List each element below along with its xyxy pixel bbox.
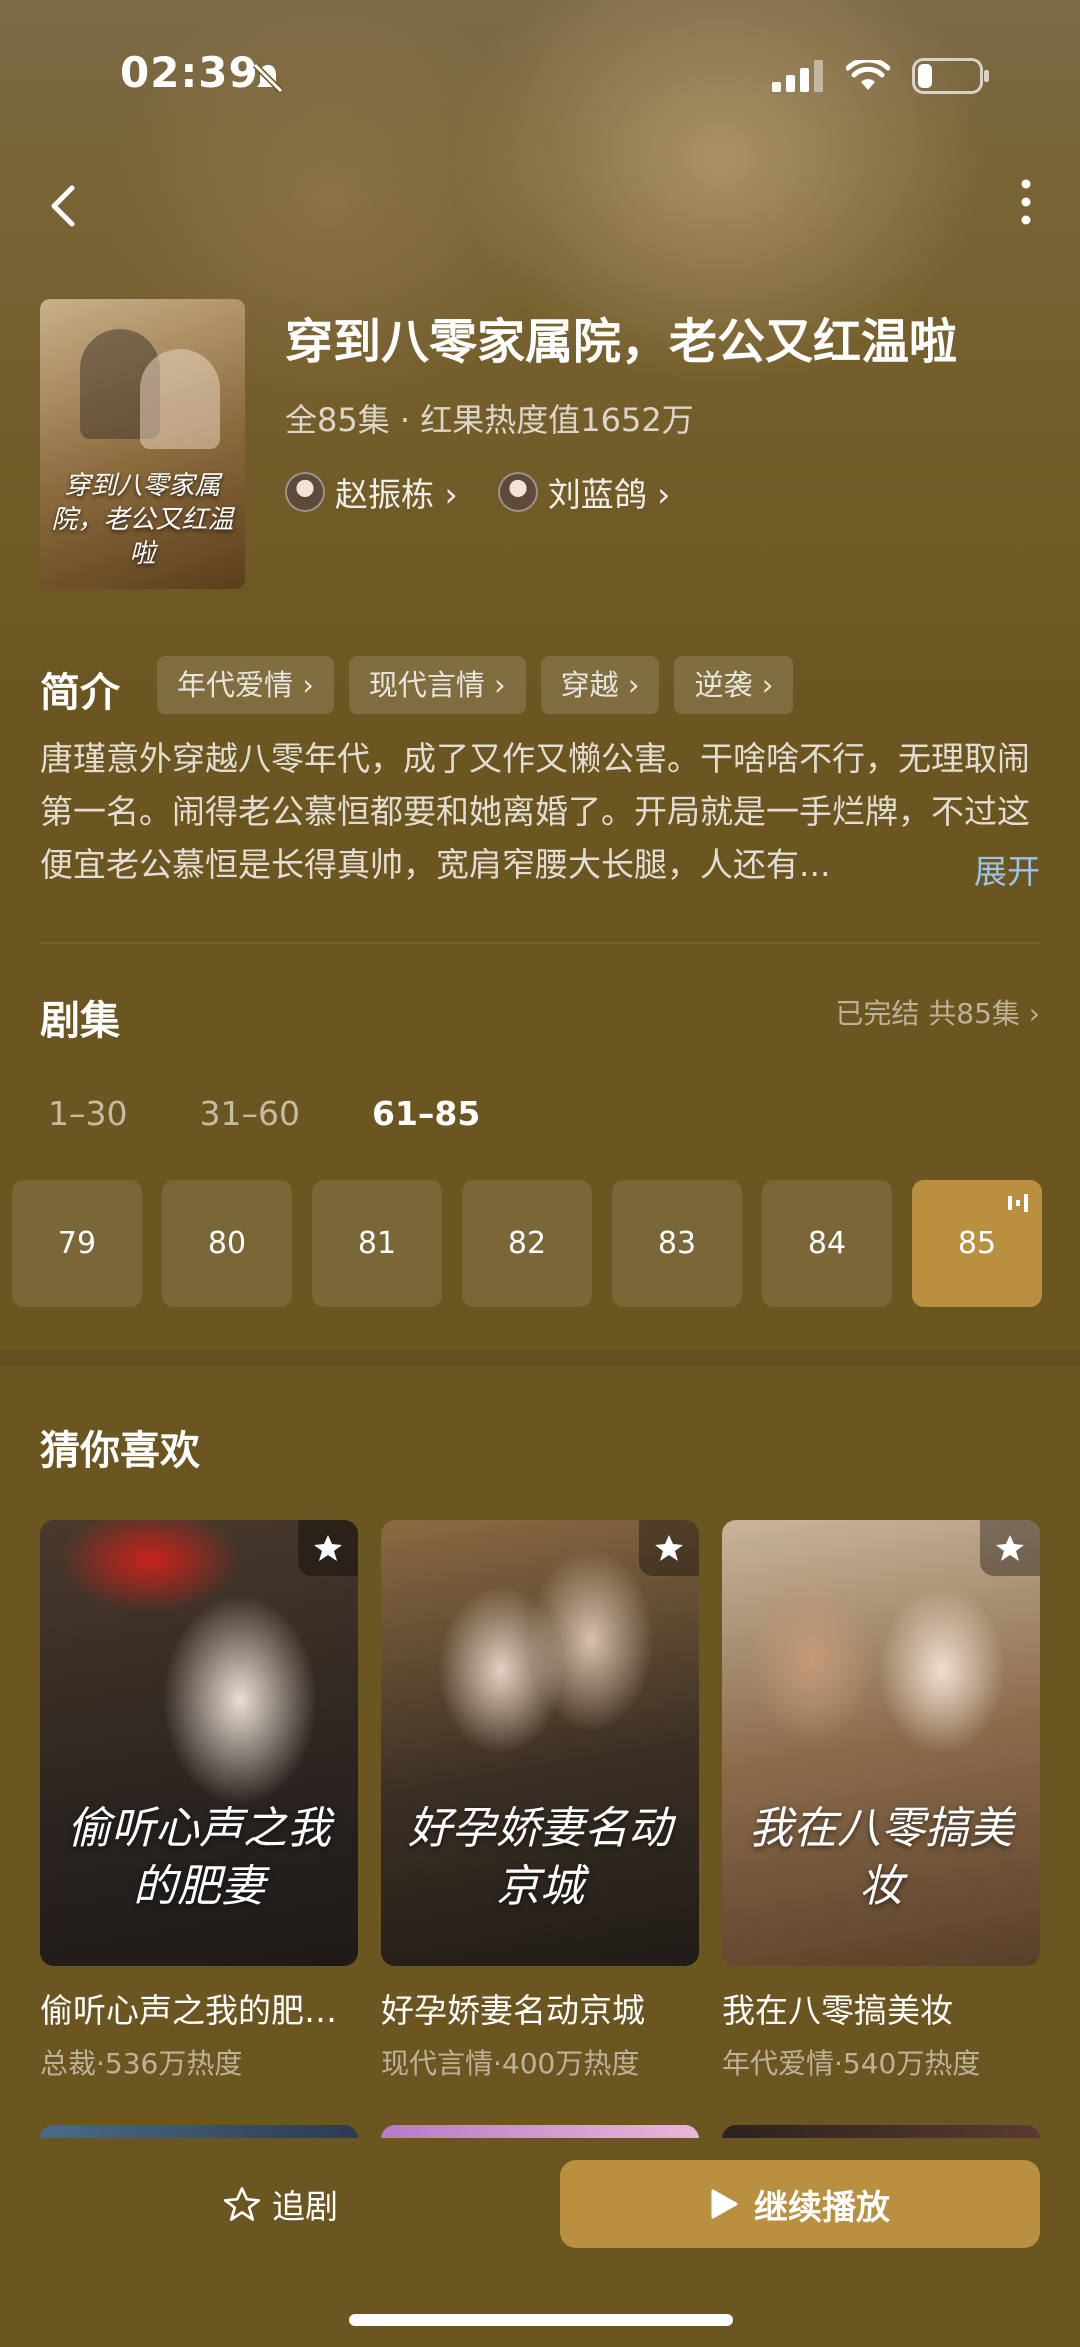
more-vertical-icon (1021, 179, 1031, 225)
card-title: 我在八零搞美妆 (722, 1991, 953, 2030)
favorite-badge[interactable] (980, 1520, 1040, 1576)
cover-title: 偷听心声之我的肥妻 (67, 1803, 331, 1912)
recommend-card[interactable]: 好孕娇妻名动京城 好孕娇妻名动京城 现代言情·400万热度 (381, 1520, 699, 2082)
star-icon (996, 1535, 1024, 1561)
now-playing-icon (1008, 1194, 1028, 1212)
actor-list: 赵振栋 › 刘蓝鸽 › (285, 468, 670, 516)
card-subtitle: 年代爱情·540万热度 (722, 2047, 981, 2080)
show-poster: 穿到八零家属院，老公又红温啦 (40, 299, 245, 589)
signal-icon (772, 60, 823, 92)
star-outline-icon (224, 2187, 260, 2221)
recommend-card[interactable]: 偷听心声之我的肥妻 偷听心声之我的肥… 总裁·536万热度 (40, 1520, 358, 2082)
card-cover: 我在八零搞美妆 (722, 1520, 1040, 1966)
battery-icon (912, 58, 989, 94)
status-time: 02:39 (120, 48, 259, 97)
avatar (285, 472, 325, 512)
star-icon (655, 1535, 683, 1561)
actor-item[interactable]: 赵振栋 › (285, 468, 458, 516)
poster-title: 穿到八零家属院，老公又红温啦 (51, 471, 234, 569)
episodes-status-link[interactable]: 已完结 共85集 › (835, 992, 1040, 1032)
favorite-badge[interactable] (298, 1520, 358, 1576)
genre-tag[interactable]: 现代言情 › (348, 656, 526, 714)
recommend-list: 偷听心声之我的肥妻 偷听心声之我的肥… 总裁·536万热度 好孕娇妻名动京城 好… (40, 1520, 1040, 2082)
wifi-icon (846, 60, 890, 90)
continue-play-button[interactable]: 继续播放 (560, 2160, 1040, 2248)
episode-number: 85 (957, 1226, 997, 1261)
genre-tags: 年代爱情 › 现代言情 › 穿越 › 逆袭 › (157, 656, 794, 714)
divider (40, 942, 1040, 944)
episode-button[interactable]: 84 (762, 1180, 892, 1307)
episode-button[interactable]: 83 (612, 1180, 742, 1307)
card-title: 好孕娇妻名动京城 (381, 1991, 645, 2030)
card-cover: 好孕娇妻名动京城 (381, 1520, 699, 1966)
cover-title: 好孕娇妻名动京城 (408, 1803, 672, 1912)
star-icon (314, 1535, 342, 1561)
episode-list: 79 80 81 82 83 84 85 (12, 1180, 1042, 1307)
recommend-heading: 猜你喜欢 (40, 1428, 200, 1474)
expand-link[interactable]: 展开 (974, 845, 1040, 893)
tab-range-31-60[interactable]: 31–60 (200, 1094, 300, 1133)
cover-title: 我在八零搞美妆 (749, 1803, 1013, 1912)
episode-button[interactable]: 82 (462, 1180, 592, 1307)
card-cover: 偷听心声之我的肥妻 (40, 1520, 358, 1966)
more-options-button[interactable] (1006, 172, 1046, 232)
play-icon (711, 2189, 738, 2219)
episodes-heading: 剧集 (40, 998, 120, 1044)
tab-range-61-85[interactable]: 61–85 (372, 1094, 480, 1133)
avatar (497, 472, 538, 512)
intro-heading: 简介 (40, 670, 120, 716)
actor-name: 刘蓝鸽 › (547, 475, 671, 514)
episode-button[interactable]: 80 (162, 1180, 292, 1307)
recommend-card[interactable]: 我在八零搞美妆 我在八零搞美妆 年代爱情·540万热度 (722, 1520, 1040, 2082)
play-label: 继续播放 (754, 2187, 890, 2228)
follow-button[interactable]: 追剧 (224, 2180, 338, 2228)
tab-range-1-30[interactable]: 1–30 (48, 1094, 128, 1133)
episode-range-tabs: 1–30 31–60 61–85 (48, 1094, 480, 1133)
follow-label: 追剧 (272, 2187, 338, 2226)
genre-tag[interactable]: 年代爱情 › (157, 656, 334, 714)
chevron-left-icon (51, 185, 75, 227)
section-separator (0, 1350, 1080, 1366)
card-subtitle: 现代言情·400万热度 (381, 2047, 640, 2080)
genre-tag[interactable]: 穿越 › (540, 656, 660, 714)
actor-name: 赵振栋 › (335, 475, 458, 514)
card-subtitle: 总裁·536万热度 (40, 2047, 243, 2080)
episode-button[interactable]: 81 (312, 1180, 442, 1307)
status-icons (772, 58, 990, 94)
mute-bell-icon (250, 60, 286, 100)
episode-button-current[interactable]: 85 (912, 1180, 1042, 1307)
show-title: 穿到八零家属院，老公又红温啦 (285, 314, 958, 370)
home-indicator[interactable] (349, 2314, 733, 2326)
genre-tag[interactable]: 逆袭 › (674, 656, 794, 714)
show-meta: 全85集 · 红果热度值1652万 (285, 401, 694, 439)
card-title: 偷听心声之我的肥… (40, 1991, 337, 2030)
synopsis-text: 唐瑾意外穿越八零年代，成了又作又懒公害。干啥啥不行，无理取闹第一名。闹得老公慕恒… (40, 739, 1030, 884)
back-button[interactable] (40, 168, 100, 238)
episode-button[interactable]: 79 (12, 1180, 142, 1307)
favorite-badge[interactable] (639, 1520, 699, 1576)
actor-item[interactable]: 刘蓝鸽 › (497, 468, 671, 516)
